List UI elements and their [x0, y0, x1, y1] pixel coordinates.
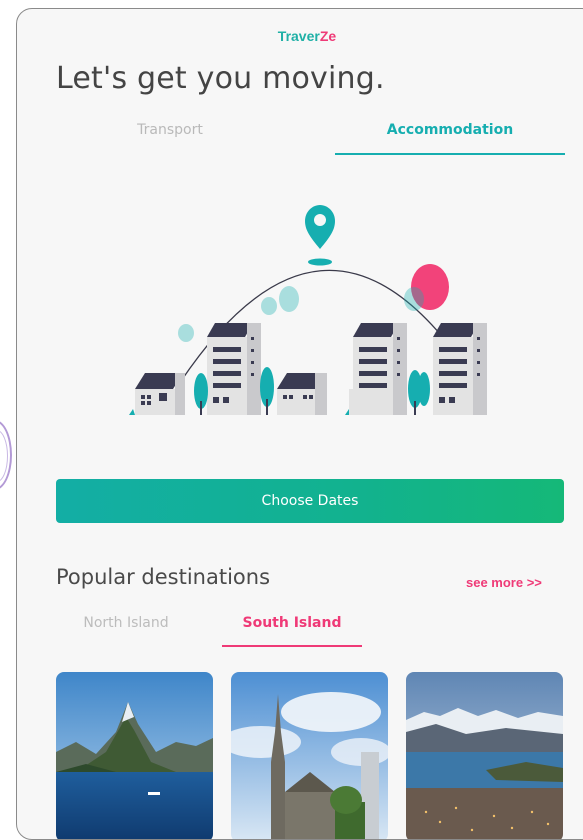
popular-destinations-title: Popular destinations [56, 565, 271, 589]
apartment-building [433, 323, 487, 415]
page-headline: Let's get you moving. [56, 61, 385, 96]
apartment-building [353, 323, 407, 415]
small-house [277, 373, 327, 415]
destination-card-fiord[interactable] [56, 672, 213, 839]
brand-accent: Ze [319, 28, 337, 44]
small-house [135, 373, 185, 415]
app-card: TraverZe Let's get you moving. Transport… [16, 8, 583, 840]
mode-tabs: Transport Accommodation [55, 119, 565, 155]
choose-dates-button[interactable]: Choose Dates [56, 479, 564, 523]
apartment-building [207, 323, 261, 415]
destination-card-lake-town[interactable] [406, 672, 563, 839]
destination-image [406, 672, 563, 839]
city-map-illustration [129, 205, 487, 415]
brand-logo: TraverZe [17, 28, 583, 44]
tab-north-island[interactable]: North Island [56, 613, 196, 645]
see-more-link[interactable]: see more >> [466, 575, 542, 590]
tab-transport[interactable]: Transport [55, 119, 285, 153]
island-tabs: North Island South Island [56, 613, 376, 647]
destination-image [56, 672, 213, 839]
brand-main: Traver [277, 28, 320, 44]
tab-accommodation[interactable]: Accommodation [335, 119, 565, 155]
destination-card-cathedral[interactable] [231, 672, 388, 839]
tab-south-island[interactable]: South Island [222, 613, 362, 647]
destination-cards [56, 672, 566, 839]
location-pin-icon [305, 205, 335, 266]
destination-image [231, 672, 388, 839]
